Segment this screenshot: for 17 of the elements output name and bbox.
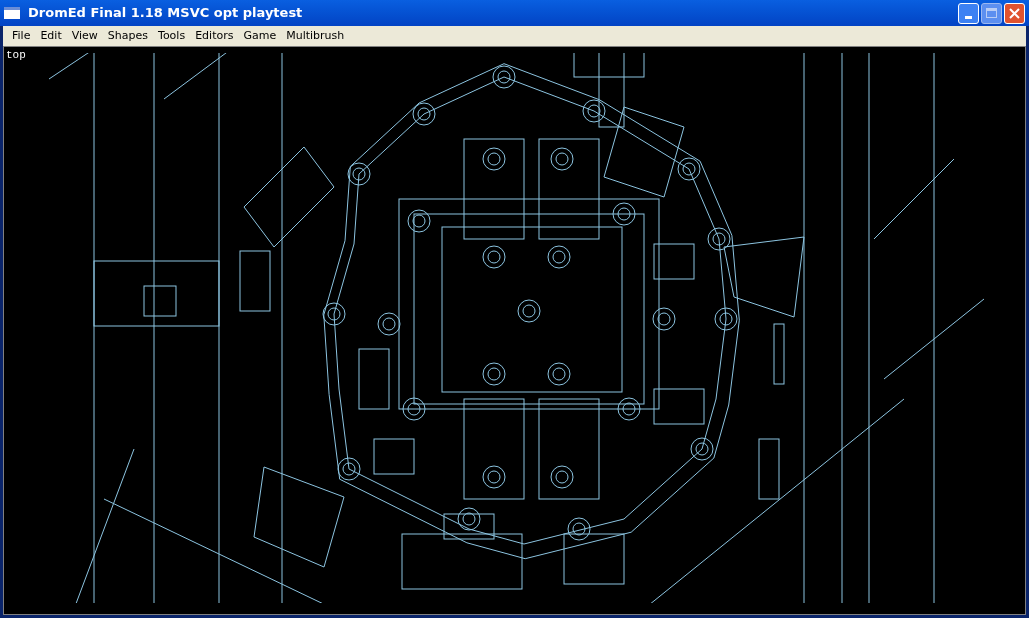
menu-item[interactable]: View bbox=[66, 27, 103, 45]
menu-item[interactable]: Shapes bbox=[102, 27, 154, 45]
viewport-label: top bbox=[6, 48, 26, 63]
close-button[interactable] bbox=[1004, 2, 1025, 24]
minimize-button[interactable] bbox=[958, 2, 979, 24]
menu-item[interactable]: File bbox=[7, 27, 36, 45]
menu-item[interactable]: Game bbox=[238, 27, 282, 45]
window-icon bbox=[4, 7, 20, 19]
maximize-icon bbox=[986, 8, 997, 18]
menu-item[interactable]: Edit bbox=[35, 27, 67, 45]
close-icon bbox=[1009, 7, 1020, 19]
menu-item[interactable]: Multibrush bbox=[281, 27, 350, 45]
maximize-button[interactable] bbox=[981, 2, 1002, 24]
minimize-icon bbox=[965, 15, 972, 19]
menu-item[interactable]: Editors bbox=[190, 27, 239, 45]
window-title: DromEd Final 1.18 MSVC opt playtest bbox=[28, 4, 303, 23]
menu-item[interactable]: Tools bbox=[153, 27, 191, 45]
